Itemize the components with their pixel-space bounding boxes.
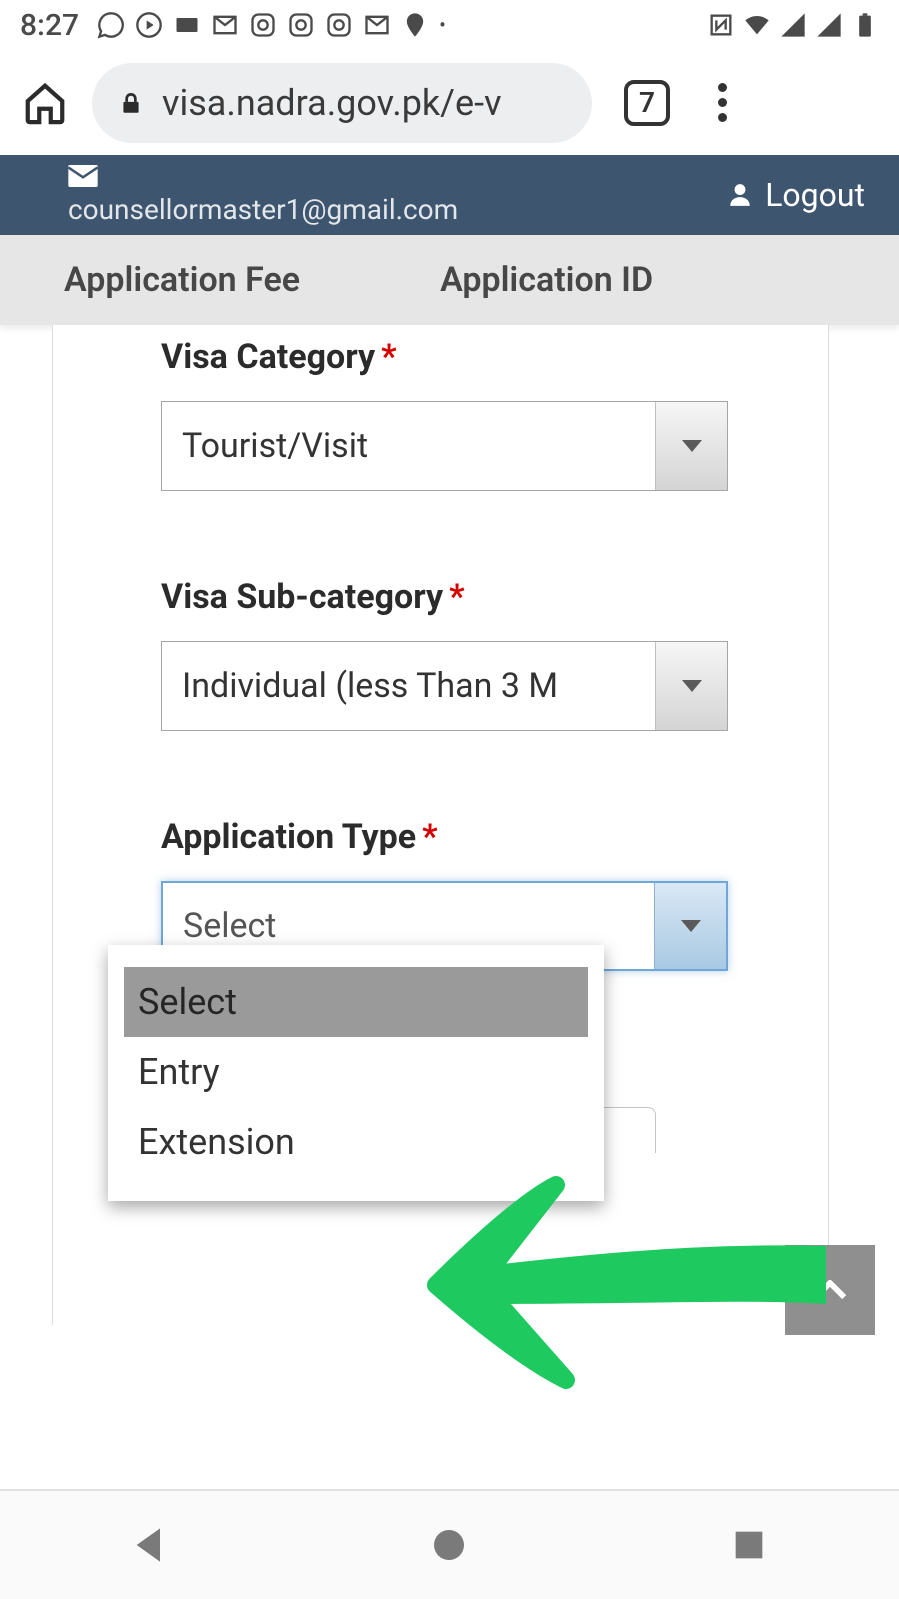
lock-icon: [118, 88, 144, 118]
application-type-dropdown: Select Entry Extension: [108, 945, 604, 1201]
label-visa-subcategory: Visa Sub-category*: [161, 577, 728, 617]
nfc-icon: [707, 11, 735, 39]
chevron-down-icon: [655, 402, 727, 490]
browser-toolbar: visa.nadra.gov.pk/e-v 7: [0, 50, 899, 155]
select-visa-category-value: Tourist/Visit: [162, 402, 655, 490]
android-nav-bar: [0, 1489, 899, 1599]
tab-application-id[interactable]: Application ID: [440, 260, 653, 300]
app-icon: [173, 11, 201, 39]
gmail-icon: [211, 11, 239, 39]
url-text: visa.nadra.gov.pk/e-v: [162, 82, 502, 124]
chevron-down-icon: [654, 883, 726, 969]
instagram-icon: [325, 11, 353, 39]
status-right-icons: [707, 11, 879, 39]
user-icon: [727, 180, 753, 210]
status-left-icons: •: [97, 11, 446, 39]
field-visa-category: Visa Category* Tourist/Visit: [161, 337, 728, 491]
page-content: counsellormaster1@gmail.com Logout Appli…: [0, 155, 899, 1325]
user-email-block: counsellormaster1@gmail.com: [68, 165, 458, 226]
android-status-bar: 8:27 •: [0, 0, 899, 50]
site-header: counsellormaster1@gmail.com Logout: [0, 155, 899, 235]
home-icon[interactable]: [22, 80, 68, 126]
label-application-type: Application Type*: [161, 817, 728, 857]
home-circle-icon[interactable]: [429, 1525, 469, 1565]
address-bar[interactable]: visa.nadra.gov.pk/e-v: [92, 63, 592, 143]
select-visa-subcategory-value: Individual (less Than 3 M: [162, 642, 655, 730]
back-icon[interactable]: [130, 1525, 170, 1565]
tab-switcher[interactable]: 7: [624, 80, 670, 126]
logout-label: Logout: [765, 176, 865, 214]
status-time: 8:27: [20, 8, 79, 43]
more-dot-icon: •: [439, 13, 446, 37]
option-select[interactable]: Select: [124, 967, 588, 1037]
signal-icon: [815, 11, 843, 39]
instagram-icon: [287, 11, 315, 39]
label-visa-category: Visa Category*: [161, 337, 728, 377]
envelope-icon: [68, 165, 98, 187]
recents-icon[interactable]: [729, 1525, 769, 1565]
option-entry[interactable]: Entry: [124, 1037, 588, 1107]
tab-application-fee[interactable]: Application Fee: [64, 260, 300, 300]
whatsapp-icon: [97, 11, 125, 39]
chevron-up-icon: [813, 1280, 847, 1300]
signal-icon: [779, 11, 807, 39]
location-icon: [401, 11, 429, 39]
browser-menu-icon[interactable]: [702, 83, 742, 123]
option-extension[interactable]: Extension: [124, 1107, 588, 1177]
gmail-icon: [363, 11, 391, 39]
battery-icon: [851, 11, 879, 39]
chevron-down-icon: [655, 642, 727, 730]
info-tabs: Application Fee Application ID: [0, 235, 899, 325]
field-visa-subcategory: Visa Sub-category* Individual (less Than…: [161, 577, 728, 731]
wifi-icon: [743, 11, 771, 39]
select-visa-subcategory[interactable]: Individual (less Than 3 M: [161, 641, 728, 731]
user-email: counsellormaster1@gmail.com: [68, 193, 458, 226]
scroll-top-button[interactable]: [785, 1245, 875, 1335]
logout-link[interactable]: Logout: [727, 176, 865, 214]
instagram-icon: [249, 11, 277, 39]
play-icon: [135, 11, 163, 39]
select-visa-category[interactable]: Tourist/Visit: [161, 401, 728, 491]
